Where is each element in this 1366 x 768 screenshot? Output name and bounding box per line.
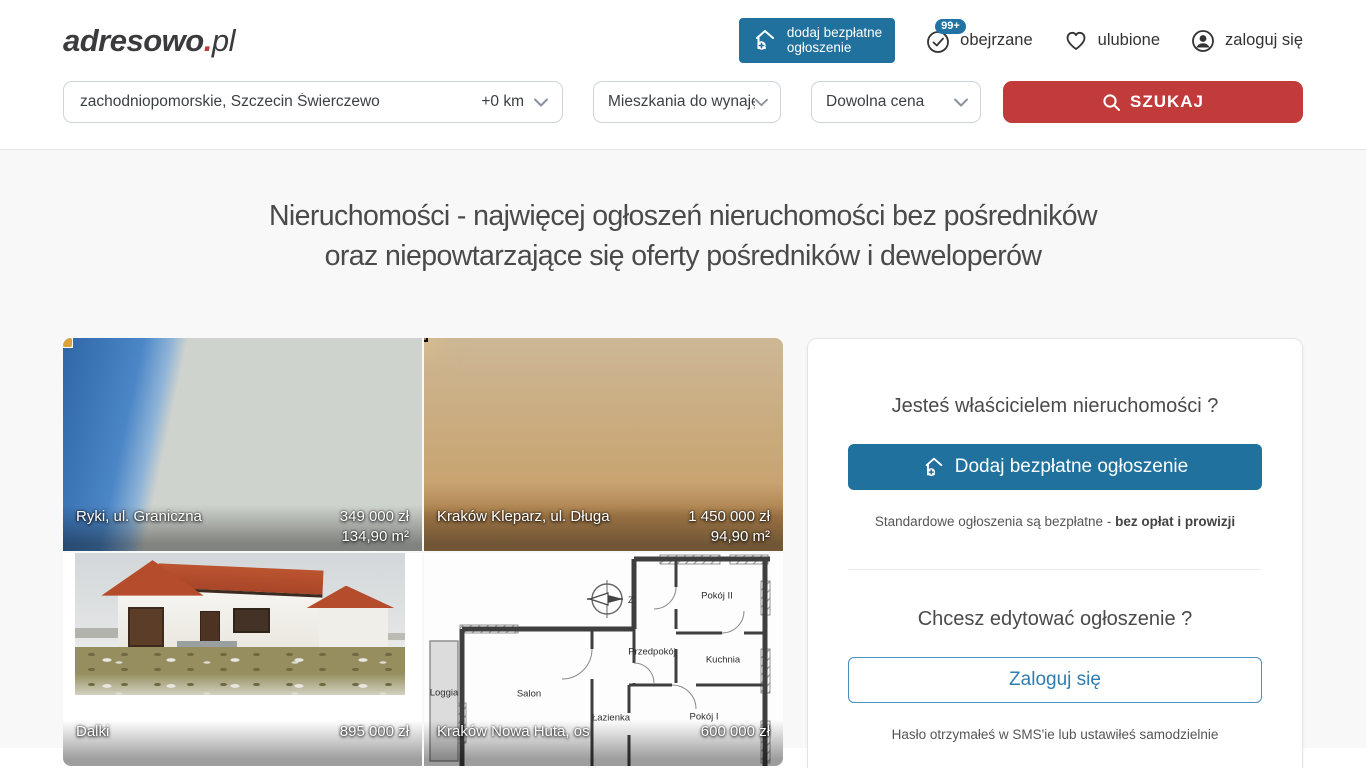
owner-section: Jesteś właścicielem nieruchomości ? Doda… [848,339,1262,529]
floorplan-room-label: Salon [517,689,541,700]
listing-location: Dalki [76,722,109,742]
radius-select[interactable]: +0 km [481,93,548,111]
nav-item-favorites-label: ulubione [1098,31,1160,50]
nav-item-viewed[interactable]: 99+ obejrzane [925,28,1032,54]
price-value: Dowolna cena [826,93,924,111]
user-icon [1190,28,1216,54]
add-listing-label-line1: dodaj bezpłatne [787,25,882,40]
add-listing-label-line2: ogłoszenie [787,40,852,55]
page-title: Nieruchomości - najwięcej ogłoszeń nieru… [0,150,1366,276]
property-type-select[interactable]: Mieszkania do wynajęc [593,81,781,123]
chevron-down-icon [534,98,548,107]
search-icon [1102,93,1121,112]
add-listing-button[interactable]: dodaj bezpłatne ogłoszenie [739,18,895,63]
listing-card[interactable]: Z Pokój II Przedpokój Kuchnia Salon Logg… [424,553,783,766]
listing-price: 600 000 zł [701,722,770,742]
listing-caption: Ryki, ul. Graniczna 349 000 zł 134,90 m² [63,505,422,551]
listing-card[interactable]: Kraków Kleparz, ul. Długa 1 450 000 zł 9… [424,338,783,551]
location-input[interactable]: zachodniopomorskie, Szczecin Świerczewo … [63,81,563,123]
owner-panel: Jesteś właścicielem nieruchomości ? Doda… [807,338,1303,768]
floorplan-room-label: Loggia [430,688,459,699]
chevron-down-icon [954,98,968,107]
nav-item-login-label: zaloguj się [1225,31,1303,50]
radius-value: +0 km [481,93,524,111]
listing-price: 349 000 zł [340,507,409,527]
viewed-count-badge: 99+ [935,19,966,34]
edit-note: Hasło otrzymałeś w SMS'ie lub ustawiłeś … [848,727,1262,742]
listing-area: 134,90 m² [340,527,409,547]
logo-dot: . [204,23,212,58]
listing-caption: Dalki 895 000 zł [63,720,422,766]
edit-heading: Chcesz edytować ogłoszenie ? [848,608,1262,631]
listing-price: 895 000 zł [340,722,409,742]
main-content: Nieruchomości - najwięcej ogłoszeń nieru… [0,150,1366,748]
nav-item-login[interactable]: zaloguj się [1190,28,1303,54]
listing-photo-house-with-roof [75,553,405,695]
listing-location: Ryki, ul. Graniczna [76,507,202,527]
login-button[interactable]: Zaloguj się [848,657,1262,703]
listing-price: 1 450 000 zł [688,507,770,527]
heart-icon [1063,28,1089,54]
search-bar: zachodniopomorskie, Szczecin Świerczewo … [0,73,1366,150]
nav-item-viewed-label: obejrzane [960,31,1032,50]
check-circle-icon: 99+ [925,28,951,54]
logo-text: adresowo [63,23,204,58]
price-select[interactable]: Dowolna cena [811,81,981,123]
header: adresowo.pl dodaj bezpłatne ogłoszenie [0,0,1366,73]
property-type-value: Mieszkania do wynajęc [608,93,755,111]
login-button-label: Zaloguj się [1009,669,1101,691]
logo-tld: pl [212,23,235,58]
add-listing-big-label: Dodaj bezpłatne ogłoszenie [955,456,1188,478]
listing-caption: Kraków Kleparz, ul. Długa 1 450 000 zł 9… [424,505,783,551]
featured-listings-grid: Ryki, ul. Graniczna 349 000 zł 134,90 m² [63,338,783,766]
search-button-label: SZUKAJ [1130,92,1204,112]
listing-caption: Kraków Nowa Huta, os 600 000 zł [424,720,783,766]
location-value: zachodniopomorskie, Szczecin Świerczewo [80,93,380,111]
floorplan-room-label: Pokój II [701,591,733,602]
listing-card[interactable]: Ryki, ul. Graniczna 349 000 zł 134,90 m² [63,338,422,551]
header-nav: dodaj bezpłatne ogłoszenie 99+ obejrzane… [739,18,1303,63]
search-button[interactable]: SZUKAJ [1003,81,1303,123]
floorplan-room-label: Kuchnia [706,655,740,666]
house-plus-icon [752,27,778,53]
listing-card[interactable]: Dalki 895 000 zł [63,553,422,766]
compass-icon [587,580,623,618]
nav-item-favorites[interactable]: ulubione [1063,28,1160,54]
listing-location: Kraków Nowa Huta, os [437,722,590,742]
chevron-down-icon [755,98,768,107]
svg-text:Z: Z [628,595,634,605]
listing-location: Kraków Kleparz, ul. Długa [437,507,610,527]
logo[interactable]: adresowo.pl [63,23,235,59]
edit-section: Chcesz edytować ogłoszenie ? Zaloguj się… [848,570,1262,742]
owner-note: Standardowe ogłoszenia są bezpłatne - be… [848,514,1262,529]
listing-area: 94,90 m² [688,527,770,547]
add-listing-big-button[interactable]: Dodaj bezpłatne ogłoszenie [848,444,1262,490]
floorplan-room-label: Przedpokój [628,647,676,658]
house-plus-icon [922,455,946,479]
owner-heading: Jesteś właścicielem nieruchomości ? [848,395,1262,418]
